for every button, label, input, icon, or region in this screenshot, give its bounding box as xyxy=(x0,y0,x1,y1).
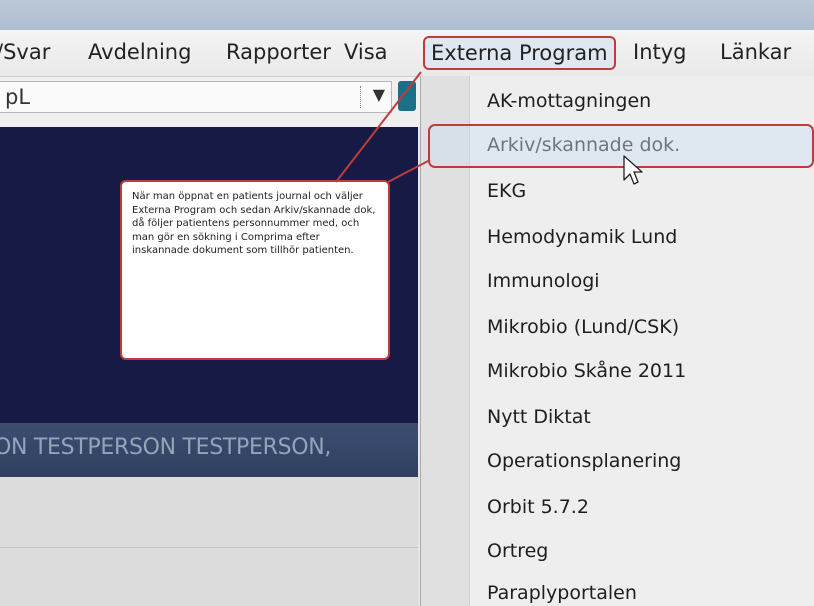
arrow-to-item xyxy=(387,159,431,183)
arrow-to-menu xyxy=(335,71,422,183)
mouse-pointer-icon xyxy=(623,155,643,185)
annotation-arrows xyxy=(335,71,643,185)
